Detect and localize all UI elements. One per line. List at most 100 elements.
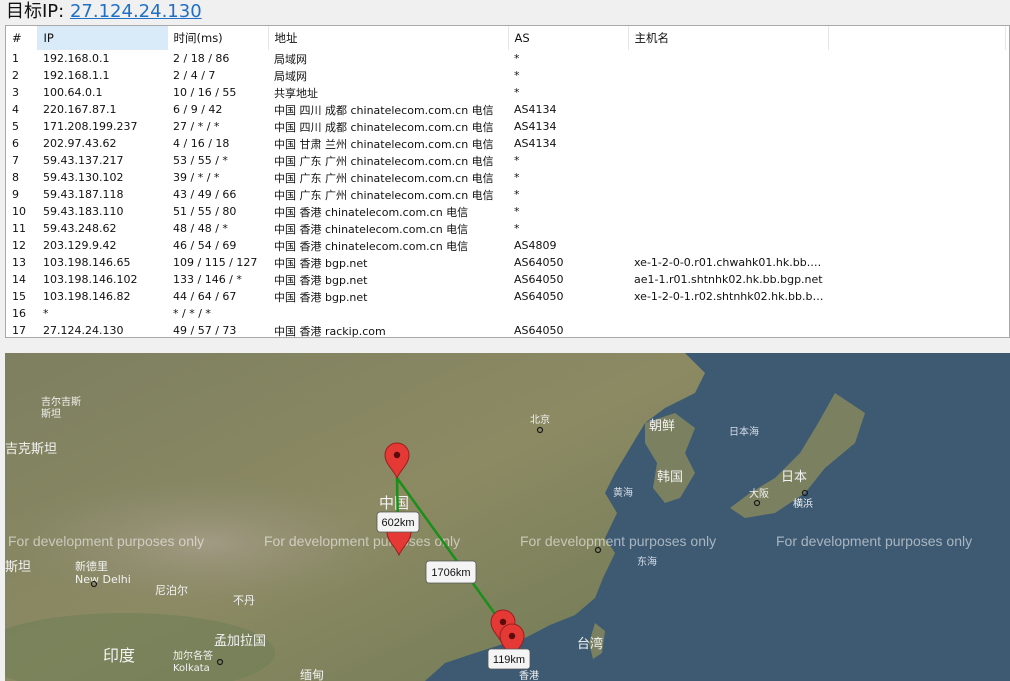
target-ip-link[interactable]: 27.124.24.130 — [70, 1, 202, 22]
marker-dot-icon — [393, 451, 401, 459]
hop-address-cell: 中国 香港 chinatelecom.com.cn 电信 — [274, 239, 469, 253]
hop-index-cell: 1 — [12, 52, 19, 65]
table-row[interactable]: 8 59.43.130.102 39 / * / * 中国 广东 广州 chinate… — [6, 169, 1006, 186]
hop-hostname-cell: xe-1-2-0-1.r02.shtnhk02.hk.bb.bgp... — [634, 290, 828, 303]
marker-dot-icon — [508, 632, 516, 640]
hop-time-cell: * / * / * — [173, 307, 211, 320]
table-row[interactable]: 16 * * / * / * — [6, 305, 1006, 322]
hop-hostname-cell — [628, 322, 828, 337]
hop-spacer-cell — [828, 84, 1006, 101]
hop-ip-cell: 59.43.183.110 — [43, 205, 124, 218]
hop-ip-cell: * — [43, 307, 49, 320]
place-label-ribenhai: 日本海 — [729, 425, 759, 438]
hop-address-cell: 中国 香港 bgp.net — [274, 290, 368, 304]
hop-ip-cell: 220.167.87.1 — [43, 103, 117, 116]
place-label-daban: 大阪 — [749, 487, 769, 500]
hop-hostname-cell — [628, 305, 828, 322]
place-label-hanguo: 韩国 — [657, 470, 683, 485]
hop-as-cell: AS64050 — [514, 290, 564, 303]
place-label-taiwan: 台湾 — [577, 636, 603, 652]
hop-time-cell: 133 / 146 / * — [173, 273, 242, 286]
table-row[interactable]: 10 59.43.183.110 51 / 55 / 80 中国 香港 chinate… — [6, 203, 1006, 220]
hop-address-cell: 中国 广东 广州 chinatelecom.com.cn 电信 — [274, 154, 494, 168]
column-header-ip[interactable]: IP — [37, 26, 168, 50]
table-row[interactable]: 6 202.97.43.62 4 / 16 / 18 中国 甘肃 兰州 chinate… — [6, 135, 1006, 152]
place-label-yindu: 印度 — [103, 646, 135, 665]
table-row[interactable]: 9 59.43.187.118 43 / 49 / 66 中国 广东 广州 china… — [6, 186, 1006, 203]
hop-spacer-cell — [828, 152, 1006, 169]
column-header-time[interactable]: 时间(ms) — [167, 26, 269, 50]
hop-hostname-cell — [628, 101, 828, 118]
table-row[interactable]: 5 171.208.199.237 27 / * / * 中国 四川 成都 china… — [6, 118, 1006, 135]
hop-ip-cell: 192.168.0.1 — [43, 52, 110, 65]
table-row[interactable]: 4 220.167.87.1 6 / 9 / 42 中国 四川 成都 chinatel… — [6, 101, 1006, 118]
table-row[interactable]: 3 100.64.0.1 10 / 16 / 55 共享地址 * — [6, 84, 1006, 101]
hop-ip-cell: 100.64.0.1 — [43, 86, 103, 99]
hop-time-cell: 46 / 54 / 69 — [173, 239, 237, 252]
hop-ip-cell: 59.43.130.102 — [43, 171, 124, 184]
hop-hostname-cell — [628, 220, 828, 237]
hop-hostname-cell — [628, 84, 828, 101]
place-label-hengbin: 横浜 — [793, 497, 813, 510]
hop-index-cell: 10 — [12, 205, 26, 218]
hop-hostname-cell — [628, 50, 828, 67]
hop-index-cell: 4 — [12, 103, 19, 116]
hop-spacer-cell — [828, 101, 1006, 118]
table-row[interactable]: 7 59.43.137.217 53 / 55 / * 中国 广东 广州 chinat… — [6, 152, 1006, 169]
hop-address-cell: 中国 香港 chinatelecom.com.cn 电信 — [274, 205, 469, 219]
distance-label-1: 602km — [376, 511, 420, 533]
hop-address-cell: 共享地址 — [274, 86, 318, 100]
hop-index-cell: 6 — [12, 137, 19, 150]
hop-index-cell: 15 — [12, 290, 26, 303]
table-row[interactable]: 15 103.198.146.82 44 / 64 / 67 中国 香港 bgp.ne… — [6, 288, 1006, 305]
hop-hostname-cell — [628, 118, 828, 135]
hop-index-cell: 2 — [12, 69, 19, 82]
column-header-address[interactable]: 地址 — [268, 26, 509, 50]
marker-dot-icon — [499, 618, 507, 626]
hop-spacer-cell — [828, 237, 1006, 254]
column-header-as[interactable]: AS — [508, 26, 629, 50]
hop-ip-cell: 192.168.1.1 — [43, 69, 110, 82]
column-header-hostname[interactable]: 主机名 — [628, 26, 829, 50]
table-row[interactable]: 17 27.124.24.130 49 / 57 / 73 中国 香港 rackip.… — [6, 322, 1006, 338]
place-label-beijing: 北京 — [530, 413, 550, 426]
column-header-index[interactable]: # — [6, 26, 38, 50]
table-header-row: # IP 时间(ms) 地址 AS 主机名 — [6, 26, 1006, 50]
hop-address-cell: 中国 香港 chinatelecom.com.cn 电信 — [274, 222, 469, 236]
hop-as-cell: AS64050 — [514, 273, 564, 286]
hop-index-cell: 9 — [12, 188, 19, 201]
place-label-miandian: 缅甸 — [300, 668, 324, 681]
hop-hostname-cell — [628, 67, 828, 84]
hop-ip-cell: 59.43.137.217 — [43, 154, 124, 167]
table-row[interactable]: 11 59.43.248.62 48 / 48 / * 中国 香港 chinatele… — [6, 220, 1006, 237]
hop-as-cell — [508, 305, 628, 322]
hop-address-cell: 局域网 — [274, 52, 307, 66]
hop-time-cell: 43 / 49 / 66 — [173, 188, 237, 201]
hop-time-cell: 2 / 18 / 86 — [173, 52, 230, 65]
hop-time-cell: 44 / 64 / 67 — [173, 290, 237, 303]
hop-table: # IP 时间(ms) 地址 AS 主机名 1 192.168.0.1 2 / 18… — [6, 26, 1006, 338]
hop-index-cell: 17 — [12, 324, 26, 337]
table-row[interactable]: 14 103.198.146.102 133 / 146 / * 中国 香港 bgp.… — [6, 271, 1006, 288]
hop-table-panel: # IP 时间(ms) 地址 AS 主机名 1 192.168.0.1 2 / 18… — [5, 25, 1010, 338]
hop-time-cell: 49 / 57 / 73 — [173, 324, 237, 337]
place-label-sitan: 斯坦 — [5, 560, 31, 575]
table-row[interactable]: 1 192.168.0.1 2 / 18 / 86 局域网 * — [6, 50, 1006, 67]
hop-ip-cell: 202.97.43.62 — [43, 137, 117, 150]
table-row[interactable]: 13 103.198.146.65 109 / 115 / 127 中国 香港 bgp… — [6, 254, 1006, 271]
hop-spacer-cell — [828, 254, 1006, 271]
hop-as-cell: * — [514, 86, 520, 99]
watermark-text: For development purposes only — [776, 533, 972, 549]
hop-hostname-cell — [628, 169, 828, 186]
place-label-donghai: 东海 — [637, 555, 657, 568]
hop-spacer-cell — [828, 203, 1006, 220]
svg-text:119km: 119km — [493, 654, 525, 666]
hop-index-cell: 3 — [12, 86, 19, 99]
hop-as-cell: * — [514, 171, 520, 184]
hop-time-cell: 2 / 4 / 7 — [173, 69, 216, 82]
hop-hostname-cell — [628, 135, 828, 152]
table-row[interactable]: 12 203.129.9.42 46 / 54 / 69 中国 香港 chinatel… — [6, 237, 1006, 254]
table-row[interactable]: 2 192.168.1.1 2 / 4 / 7 局域网 * — [6, 67, 1006, 84]
hop-address-cell: 中国 香港 rackip.com — [274, 324, 386, 338]
route-map[interactable]: 吉尔吉斯斯坦 吉克斯坦 北京 朝鲜 日本海 韩国 日本 大阪 横浜 黄海 中国 东海 斯坦 新德里 New … — [5, 353, 1010, 681]
